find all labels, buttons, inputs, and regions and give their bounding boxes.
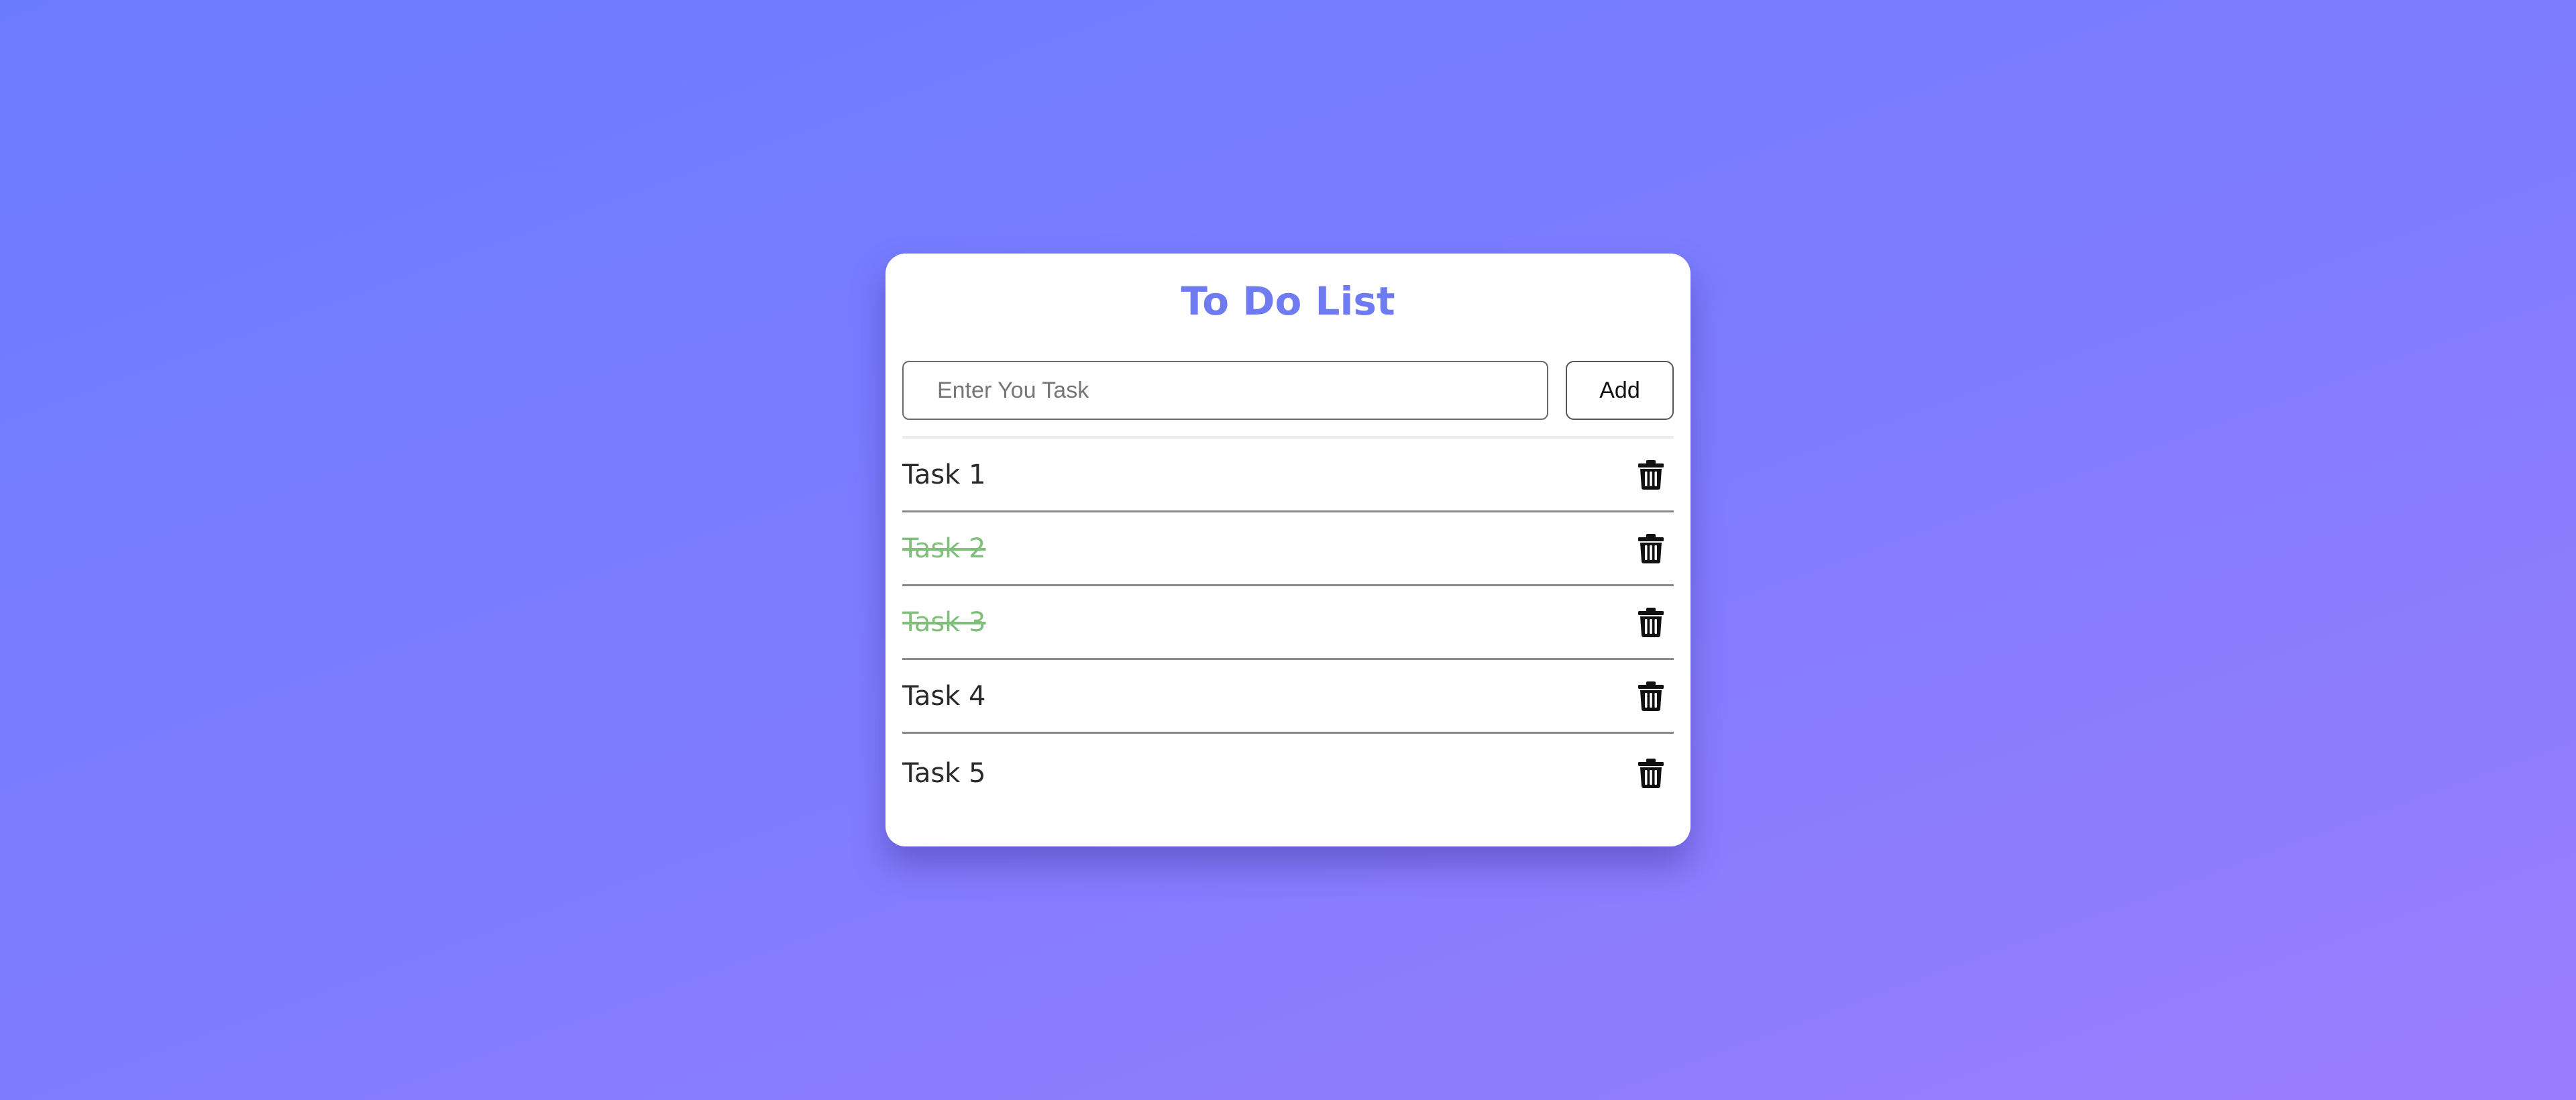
task-list: Task 1 Task 2 Task 3 Task 4 Task 5 [902,439,1674,813]
trash-icon[interactable] [1638,681,1664,712]
task-item[interactable]: Task 3 [902,586,1674,660]
task-label[interactable]: Task 5 [902,758,986,789]
todo-card: To Do List Add Task 1 Task 2 [885,254,1690,846]
trash-icon[interactable] [1638,758,1664,789]
add-button[interactable]: Add [1566,361,1674,420]
task-item[interactable]: Task 1 [902,439,1674,512]
task-item[interactable]: Task 5 [902,734,1674,813]
page-title: To Do List [1181,278,1395,324]
task-label[interactable]: Task 2 [902,533,986,564]
task-label[interactable]: Task 1 [902,459,986,490]
trash-icon[interactable] [1638,459,1664,490]
task-input-row: Add [902,361,1674,420]
task-item[interactable]: Task 2 [902,512,1674,586]
task-label[interactable]: Task 4 [902,681,986,712]
task-input[interactable] [902,361,1548,420]
task-label[interactable]: Task 3 [902,607,986,638]
trash-icon[interactable] [1638,607,1664,638]
trash-icon[interactable] [1638,533,1664,564]
task-item[interactable]: Task 4 [902,660,1674,734]
